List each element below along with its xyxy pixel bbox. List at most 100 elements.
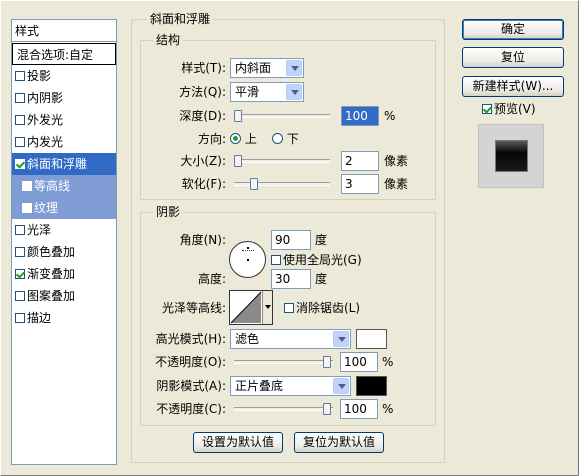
- style-list-item[interactable]: 内阴影: [12, 87, 116, 109]
- preview-thumbnail: [478, 124, 544, 188]
- depth-label: 深度(D):: [179, 109, 226, 123]
- style-list-item[interactable]: 光泽: [12, 219, 116, 241]
- direction-up-radio[interactable]: 上: [230, 129, 257, 149]
- direction-down-label: 下: [286, 132, 299, 146]
- make-default-button[interactable]: 设置为默认值: [193, 432, 283, 453]
- style-list-item-label: 等高线: [34, 179, 71, 193]
- checkbox-icon[interactable]: [15, 291, 25, 301]
- shadow-color-swatch[interactable]: [356, 376, 387, 396]
- shadow-opacity-thumb[interactable]: [323, 403, 331, 415]
- bevel-emboss-title: 斜面和浮雕: [147, 12, 214, 26]
- chevron-down-icon: [333, 331, 349, 347]
- highlight-mode-select[interactable]: 滤色: [230, 329, 351, 349]
- chevron-down-icon: [333, 378, 349, 394]
- chevron-down-icon: [286, 84, 302, 100]
- depth-input[interactable]: 100: [341, 106, 379, 126]
- checkbox-icon: [271, 255, 281, 265]
- reset-button[interactable]: 复位: [462, 47, 564, 68]
- angle-wheel[interactable]: [229, 241, 266, 278]
- shadow-mode-select[interactable]: 正片叠底: [230, 376, 351, 396]
- style-select[interactable]: 内斜面: [230, 58, 304, 78]
- soften-slider[interactable]: [234, 178, 330, 190]
- style-list-item[interactable]: 斜面和浮雕: [12, 153, 116, 175]
- size-slider[interactable]: [234, 155, 330, 167]
- reset-default-button[interactable]: 复位为默认值: [294, 432, 384, 453]
- angle-center-icon: [247, 259, 249, 261]
- highlight-opacity-label: 不透明度(O):: [155, 355, 226, 369]
- style-list-item-label: 纹理: [34, 201, 59, 215]
- checkbox-icon[interactable]: [15, 115, 25, 125]
- depth-slider[interactable]: [234, 110, 330, 122]
- soften-input[interactable]: 3: [341, 174, 379, 194]
- size-slider-thumb[interactable]: [234, 155, 242, 167]
- checkbox-icon[interactable]: [15, 269, 25, 279]
- preview-checkbox[interactable]: 预览(V): [482, 99, 536, 119]
- structure-title: 结构: [153, 33, 184, 47]
- direction-label: 方向:: [197, 132, 226, 146]
- style-list-item[interactable]: 渐变叠加: [12, 263, 116, 285]
- checkbox-icon[interactable]: [15, 313, 25, 323]
- style-list-item[interactable]: 内发光: [12, 131, 116, 153]
- checkbox-icon[interactable]: [15, 93, 25, 103]
- antialias-label: 消除锯齿(L): [296, 301, 361, 315]
- soften-label: 软化(F):: [181, 177, 226, 191]
- style-list-item[interactable]: 图案叠加: [12, 285, 116, 307]
- gloss-contour-picker[interactable]: [229, 290, 273, 325]
- checkbox-icon[interactable]: [15, 71, 25, 81]
- shadow-opacity-label: 不透明度(C):: [156, 402, 226, 416]
- altitude-input[interactable]: 30: [271, 269, 311, 289]
- depth-slider-thumb[interactable]: [234, 110, 242, 122]
- shadow-mode-value: 正片叠底: [235, 379, 284, 393]
- style-list-item[interactable]: 描边: [12, 307, 116, 329]
- global-light-checkbox[interactable]: 使用全局光(G): [271, 250, 362, 270]
- angle-input[interactable]: 90: [271, 230, 311, 250]
- direction-down-radio[interactable]: 下: [272, 129, 299, 149]
- highlight-mode-label: 高光模式(H):: [155, 332, 226, 346]
- shadow-mode-label: 阴影模式(A):: [156, 379, 226, 393]
- antialias-checkbox[interactable]: 消除锯齿(L): [284, 298, 360, 318]
- method-label: 方法(Q):: [179, 85, 226, 99]
- altitude-label: 高度:: [197, 272, 226, 286]
- checkbox-icon[interactable]: [22, 181, 32, 191]
- checkbox-icon: [284, 303, 294, 313]
- size-input[interactable]: 2: [341, 151, 379, 171]
- soften-slider-thumb[interactable]: [250, 178, 259, 190]
- style-list-item[interactable]: 颜色叠加: [12, 241, 116, 263]
- angle-unit: 度: [315, 233, 328, 247]
- style-list: 样式 混合选项:自定 投影 内阴影 外发光内发光斜面和浮雕等高线纹理光泽颜色叠加渐变叠…: [11, 19, 117, 465]
- preview-swatch: [495, 140, 528, 172]
- style-select-value: 内斜面: [235, 61, 272, 75]
- style-list-item[interactable]: 投影: [12, 65, 116, 87]
- preview-label: 预览(V): [494, 102, 536, 116]
- checkbox-icon[interactable]: [15, 225, 25, 235]
- checkbox-icon[interactable]: [15, 159, 25, 169]
- triangle-down-icon: [265, 305, 271, 309]
- shadow-opacity-slider[interactable]: [234, 403, 333, 415]
- checkbox-icon[interactable]: [22, 203, 32, 213]
- ok-button[interactable]: 确定: [462, 19, 564, 40]
- new-style-button[interactable]: 新建样式(W)...: [462, 76, 564, 97]
- contour-curve-icon: [230, 291, 262, 324]
- checkbox-icon: [482, 104, 492, 114]
- style-list-item[interactable]: 外发光: [12, 109, 116, 131]
- highlight-opacity-slider[interactable]: [234, 356, 333, 368]
- style-list-item[interactable]: 纹理: [12, 197, 116, 219]
- checkbox-icon[interactable]: [15, 137, 25, 147]
- style-list-item-label: 内发光: [27, 135, 64, 149]
- style-list-item[interactable]: 等高线: [12, 175, 116, 197]
- angle-crosshair-icon: [242, 250, 254, 251]
- style-list-header[interactable]: 样式: [12, 20, 116, 42]
- method-select-value: 平滑: [235, 85, 260, 99]
- style-label: 样式(T):: [181, 61, 226, 75]
- checkbox-icon[interactable]: [15, 247, 25, 257]
- highlight-opacity-input[interactable]: 100: [340, 352, 378, 372]
- direction-up-label: 上: [244, 132, 257, 146]
- method-select[interactable]: 平滑: [230, 82, 304, 102]
- style-list-item-label: 描边: [27, 311, 52, 325]
- highlight-color-swatch[interactable]: [356, 329, 387, 349]
- angle-label: 角度(N):: [179, 233, 226, 247]
- shadow-opacity-input[interactable]: 100: [340, 399, 378, 419]
- style-list-item[interactable]: 混合选项:自定: [12, 43, 116, 65]
- highlight-opacity-thumb[interactable]: [323, 356, 331, 368]
- style-list-item-label: 颜色叠加: [27, 245, 76, 259]
